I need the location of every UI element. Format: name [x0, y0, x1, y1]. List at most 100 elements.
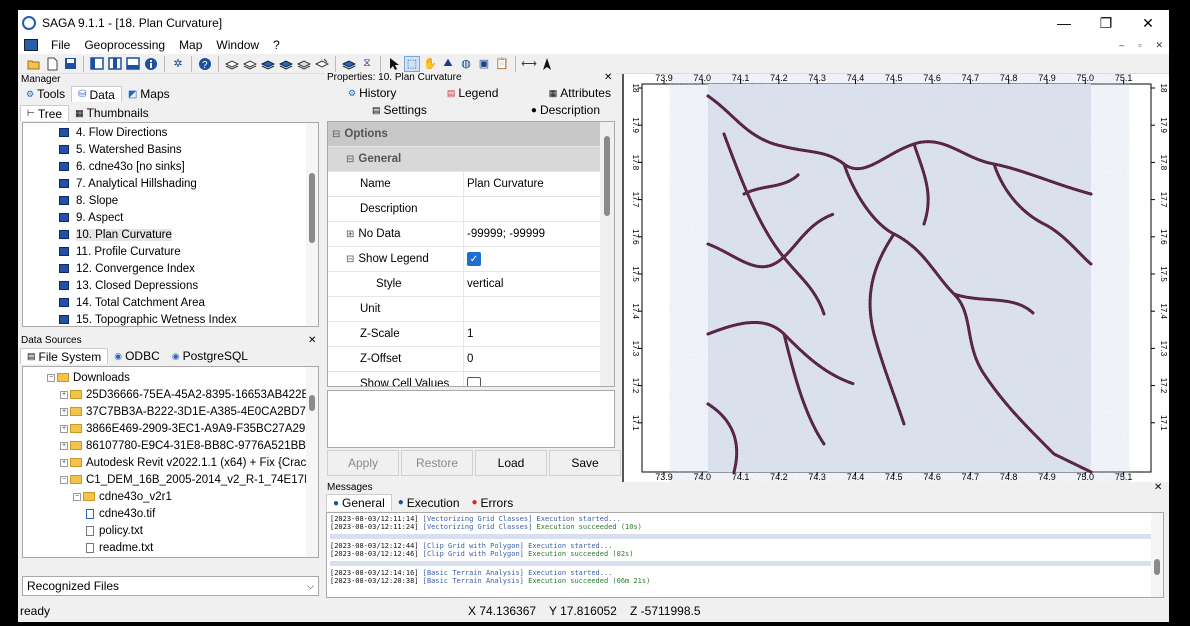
globe-icon[interactable]: ◍	[458, 56, 474, 72]
properties-scrollbar[interactable]	[600, 122, 614, 386]
expand-toggle-icon[interactable]: −	[73, 492, 81, 501]
tab-tools[interactable]: ⚙ Tools	[20, 86, 71, 102]
expand-toggle-icon[interactable]: ⊟	[332, 129, 340, 140]
manager-item[interactable]: 8. Slope	[59, 192, 237, 209]
file-filter-select[interactable]: Recognized Files ⌵	[22, 576, 319, 596]
mdi-minimize-button[interactable]: –	[1119, 40, 1124, 50]
tab-execution[interactable]: ● Execution	[392, 494, 466, 511]
messages-scrollbar[interactable]	[1151, 513, 1163, 597]
manager-item[interactable]: 4. Flow Directions	[59, 124, 237, 141]
minimize-button[interactable]: —	[1043, 10, 1085, 36]
folder-item[interactable]: +3866E469-2909-3EC1-A9A9-F35BC27A29E1	[47, 420, 318, 437]
property-value[interactable]: vertical	[467, 278, 503, 290]
select-arrow-icon[interactable]	[386, 56, 402, 72]
folder-item[interactable]: − cdne43o_v2r1	[47, 488, 318, 505]
tab-general[interactable]: ● General	[326, 494, 392, 511]
load-button[interactable]: Load	[475, 450, 547, 476]
pan-hand-icon[interactable]: ✋	[422, 56, 438, 72]
expand-toggle-icon[interactable]: ⊞	[346, 229, 354, 240]
expand-toggle-icon[interactable]: +	[60, 441, 68, 450]
tab-errors[interactable]: ● Errors	[466, 494, 520, 511]
property-row[interactable]: ⊟ Options	[328, 122, 600, 147]
manager-item[interactable]: 5. Watershed Basins	[59, 141, 237, 158]
property-row[interactable]: ⊟ Show Legend ✓	[328, 247, 600, 272]
tab-tree[interactable]: ⊢ Tree	[20, 105, 70, 121]
tab-data[interactable]: ⛁ Data	[71, 86, 122, 102]
scroll-thumb[interactable]	[309, 173, 315, 243]
property-row[interactable]: Unit	[328, 297, 600, 322]
manager-panel-icon[interactable]	[89, 56, 105, 72]
layer-blue-icon[interactable]	[278, 56, 294, 72]
menu-geoprocessing[interactable]: Geoprocessing	[77, 38, 172, 52]
layer-stack-icon[interactable]	[242, 56, 258, 72]
folder-item[interactable]: − Downloads	[47, 369, 318, 386]
mdi-close-button[interactable]: ✕	[1155, 40, 1163, 51]
maximize-button[interactable]: ❐	[1085, 10, 1127, 36]
zoom-box-icon[interactable]: ⬚	[404, 55, 420, 72]
manager-item[interactable]: 7. Analytical Hillshading	[59, 175, 237, 192]
manager-item[interactable]: 6. cdne43o [no sinks]	[59, 158, 237, 175]
manager-item[interactable]: 14. Total Catchment Area	[59, 294, 237, 311]
save-button[interactable]: Save	[549, 450, 621, 476]
new-file-icon[interactable]	[44, 56, 60, 72]
properties-panel-icon[interactable]	[107, 56, 123, 72]
apply-button[interactable]: Apply	[327, 450, 399, 476]
restore-button[interactable]: Restore	[401, 450, 473, 476]
manager-scrollbar[interactable]	[306, 123, 318, 326]
expand-toggle-icon[interactable]: +	[60, 407, 68, 416]
layout-icon[interactable]: ▣	[476, 56, 492, 72]
property-row[interactable]: Name Plan Curvature	[328, 172, 600, 197]
property-row[interactable]: Show Cell Values	[328, 372, 600, 386]
property-row[interactable]: ⊞ No Data -99999; -99999	[328, 222, 600, 247]
property-checkbox[interactable]: ✓	[467, 252, 481, 266]
folder-item[interactable]: +86107780-E9C4-31E8-BB8C-9776A521BBCE	[47, 437, 318, 454]
tab-file-system[interactable]: ▤ File System	[20, 348, 109, 364]
folder-item[interactable]: +37C7BB3A-B222-3D1E-A385-4E0CA2BD75EF	[47, 403, 318, 420]
menu-file[interactable]: File	[44, 38, 77, 52]
property-value[interactable]: -99999; -99999	[467, 228, 545, 240]
expand-toggle-icon[interactable]: ⊟	[346, 254, 354, 265]
manager-item[interactable]: 9. Aspect	[59, 209, 237, 226]
tab-attributes[interactable]: ▦ Attributes	[543, 85, 617, 101]
layer-pen-icon[interactable]	[314, 56, 330, 72]
file-tree-scrollbar[interactable]	[306, 367, 318, 557]
map-canvas[interactable]: 73.9 73.9 74.0 74.0 74.1 74.1 74.2 74.2 74.3 74.3…	[624, 73, 1169, 482]
layer-blue-icon[interactable]	[260, 56, 276, 72]
scroll-thumb[interactable]	[309, 395, 315, 411]
property-row[interactable]: Style vertical	[328, 272, 600, 297]
layer-stack-icon[interactable]	[296, 56, 312, 72]
file-item[interactable]: policy.txt	[47, 522, 318, 539]
tab-thumbnails[interactable]: ▦ Thumbnails	[69, 105, 155, 121]
manager-item[interactable]: 12. Convergence Index	[59, 260, 237, 277]
dna-icon[interactable]: ⧖	[359, 56, 375, 72]
scroll-thumb[interactable]	[604, 136, 610, 216]
property-checkbox[interactable]	[467, 377, 481, 386]
property-row[interactable]: Z-Offset 0	[328, 347, 600, 372]
layer-stack-icon[interactable]	[224, 56, 240, 72]
manager-item[interactable]: 13. Closed Depressions	[59, 277, 237, 294]
help-icon[interactable]: ?	[197, 56, 213, 72]
close-button[interactable]: ✕	[1127, 10, 1169, 36]
manager-item[interactable]: 11. Profile Curvature	[59, 243, 237, 260]
property-row[interactable]: Z-Scale 1	[328, 322, 600, 347]
property-row[interactable]: Description	[328, 197, 600, 222]
tab-postgresql[interactable]: ◉ PostgreSQL	[166, 348, 254, 364]
messages-panel-icon[interactable]	[125, 56, 141, 72]
property-value[interactable]: 0	[467, 353, 473, 365]
layer-stack-icon[interactable]	[341, 56, 357, 72]
menu-window[interactable]: Window	[209, 38, 266, 52]
tab-history[interactable]: ⚙ History	[342, 85, 402, 101]
scroll-thumb[interactable]	[1154, 559, 1160, 575]
tools-gear-icon[interactable]: ✲	[170, 56, 186, 72]
tab-settings[interactable]: ▤ Settings	[366, 102, 433, 118]
messages-close-icon[interactable]: ✕	[1154, 482, 1162, 493]
folder-item[interactable]: +25D36666-75EA-45A2-8395-16653AB422BA	[47, 386, 318, 403]
tab-description[interactable]: ● Description	[525, 102, 606, 118]
property-value[interactable]: 1	[467, 328, 473, 340]
clipboard-icon[interactable]: 📋	[494, 56, 510, 72]
menu-map[interactable]: Map	[172, 38, 209, 52]
property-row[interactable]: ⊟ General	[328, 147, 600, 172]
expand-toggle-icon[interactable]: −	[47, 373, 55, 382]
file-item[interactable]: readme.txt	[47, 539, 318, 556]
expand-toggle-icon[interactable]: +	[60, 458, 68, 467]
